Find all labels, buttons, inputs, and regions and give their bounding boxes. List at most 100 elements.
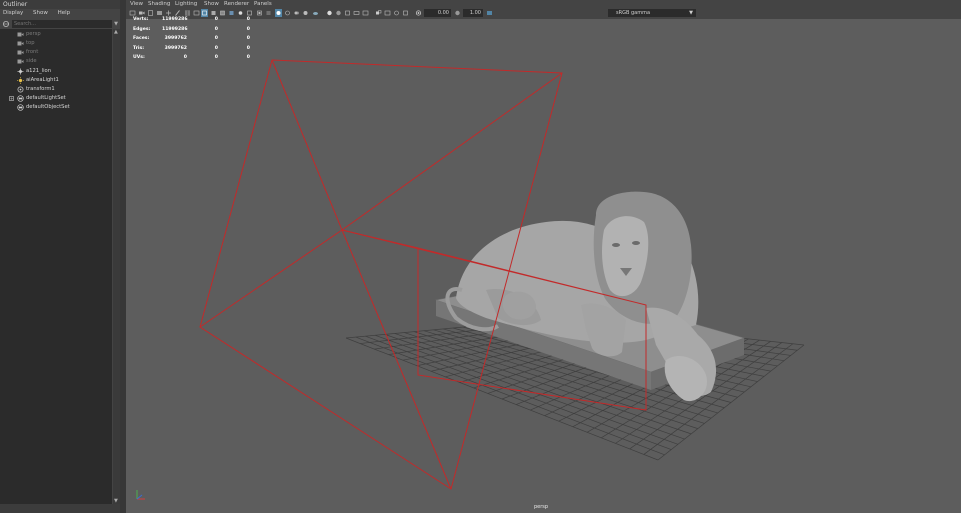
lion-statue-model[interactable] xyxy=(434,191,745,402)
outliner-scrollbar[interactable]: ▲ ▼ xyxy=(113,29,120,504)
outliner-item-transform1[interactable]: transform1 xyxy=(0,85,112,94)
outliner-item-side[interactable]: side xyxy=(0,57,112,66)
use-all-lights-icon[interactable] xyxy=(237,9,244,17)
camera-icon xyxy=(17,50,24,55)
menu-view[interactable]: View xyxy=(130,0,143,8)
outliner-item-persp[interactable]: persp xyxy=(0,30,112,39)
shadows-icon[interactable] xyxy=(246,9,253,17)
scene-view[interactable] xyxy=(126,0,961,513)
hud-toggle-icon[interactable] xyxy=(344,9,351,17)
antialiasing-icon[interactable] xyxy=(293,9,300,17)
hud-label: Edges: xyxy=(133,26,151,32)
camera-track-icon[interactable] xyxy=(384,9,391,17)
camera-pan-icon[interactable] xyxy=(375,9,382,17)
camera-attributes-icon[interactable] xyxy=(138,9,145,17)
hud-components: 0 xyxy=(246,45,250,51)
depth-of-field-icon[interactable] xyxy=(302,9,309,17)
resolution-gate-icon[interactable] xyxy=(353,9,360,17)
outliner-item-top[interactable]: top xyxy=(0,39,112,48)
outliner-item-defaultobjectset[interactable]: defaultObjectSet xyxy=(0,103,112,112)
viewport-menubar: View Shading Lighting Show Renderer Pane… xyxy=(126,0,961,8)
menu-lighting[interactable]: Lighting xyxy=(175,0,197,8)
outliner-item-label: defaultObjectSet xyxy=(26,104,70,110)
gamma-field[interactable]: 1.00 xyxy=(463,9,483,17)
wireframe-on-shaded-icon[interactable] xyxy=(219,9,226,17)
textured-icon[interactable] xyxy=(228,9,235,17)
outliner-item-label: defaultLightSet xyxy=(26,95,66,101)
sphere-half-icon[interactable] xyxy=(335,9,342,17)
menu-shading[interactable]: Shading xyxy=(148,0,170,8)
image-plane-icon[interactable] xyxy=(156,9,163,17)
exposure-icon[interactable] xyxy=(415,9,422,17)
search-options-icon[interactable] xyxy=(2,20,10,28)
hud-label: Faces: xyxy=(133,36,150,41)
outliner-item-aiarealight1[interactable]: aiAreaLight1 xyxy=(0,76,112,85)
transform-icon xyxy=(17,86,24,93)
sphere-shaded-icon[interactable] xyxy=(326,9,333,17)
menu-help[interactable]: Help xyxy=(58,10,71,16)
2d-pan-zoom-icon[interactable] xyxy=(165,9,172,17)
camera-icon xyxy=(17,41,24,46)
grease-pencil-icon[interactable] xyxy=(174,9,181,17)
outliner-item-label: top xyxy=(26,40,35,46)
xray-icon[interactable] xyxy=(265,9,272,17)
component-icon[interactable] xyxy=(402,9,409,17)
hud-selected: 0 xyxy=(214,36,218,41)
exposure-field[interactable]: 0.00 xyxy=(424,9,451,17)
set-icon xyxy=(17,95,24,102)
outliner-search-input[interactable] xyxy=(12,20,112,28)
scroll-up-icon[interactable]: ▲ xyxy=(114,29,118,35)
outliner-item-label: a121_lion xyxy=(26,68,52,74)
smooth-shade-icon[interactable] xyxy=(210,9,217,17)
view-transform-icon[interactable] xyxy=(486,9,493,17)
screen-space-ao-icon[interactable] xyxy=(275,9,282,17)
outliner-item-label: front xyxy=(26,49,39,55)
select-camera-icon[interactable] xyxy=(129,9,136,17)
hud-selected: 0 xyxy=(214,17,218,22)
viewport-panel[interactable]: View Shading Lighting Show Renderer Pane… xyxy=(126,0,961,513)
hud-components: 0 xyxy=(246,17,250,22)
hud-components: 0 xyxy=(246,36,250,41)
hud-selected: 0 xyxy=(214,26,218,32)
hud-selected: 0 xyxy=(214,45,218,51)
film-gate-icon[interactable] xyxy=(193,9,200,17)
grid-toggle-icon[interactable] xyxy=(184,9,191,17)
outliner-search-row: ▼ xyxy=(0,19,120,29)
camera-icon xyxy=(17,59,24,64)
isolate-select-icon[interactable] xyxy=(256,9,263,17)
xray-joints-icon[interactable] xyxy=(393,9,400,17)
hud-label: Verts: xyxy=(133,17,149,22)
menu-show[interactable]: Show xyxy=(204,0,219,8)
bookmarks-icon[interactable] xyxy=(147,9,154,17)
menu-show[interactable]: Show xyxy=(33,10,48,16)
menu-renderer[interactable]: Renderer xyxy=(224,0,249,8)
expand-plus-icon[interactable]: + xyxy=(9,96,14,101)
menu-display[interactable]: Display xyxy=(3,10,23,16)
hud-total: 3999762 xyxy=(164,45,187,51)
wireframe-toggle-icon[interactable] xyxy=(201,9,208,17)
outliner-item-label: persp xyxy=(26,31,41,37)
viewport-toolbar: 0.00 1.00 sRGB gamma ▼ xyxy=(126,8,961,19)
outliner-bottom-strip xyxy=(0,504,120,513)
mesh-transform-icon xyxy=(17,68,24,75)
hud-total: 0 xyxy=(183,55,187,60)
safe-action-icon[interactable] xyxy=(362,9,369,17)
outliner-tree: persp top front side a121_lion aiAreaLig… xyxy=(0,29,112,504)
hud-label: Tris: xyxy=(133,45,145,51)
hud-components: 0 xyxy=(246,55,250,60)
search-dropdown-icon[interactable]: ▼ xyxy=(114,21,118,27)
lights-cloud-icon[interactable] xyxy=(312,9,319,17)
color-management-dropdown[interactable]: sRGB gamma ▼ xyxy=(608,9,696,17)
gamma-icon[interactable] xyxy=(454,9,461,17)
hud-total: 11999286 xyxy=(162,26,188,32)
set-icon xyxy=(17,104,24,111)
outliner-item-front[interactable]: front xyxy=(0,48,112,57)
menu-panels[interactable]: Panels xyxy=(254,0,272,8)
outliner-item-defaultlightset[interactable]: + defaultLightSet xyxy=(0,94,112,103)
outliner-item-label: transform1 xyxy=(26,86,55,92)
outliner-item-a121-lion[interactable]: a121_lion xyxy=(0,67,112,76)
hud-label: UVs: xyxy=(133,55,145,60)
motion-blur-icon[interactable] xyxy=(284,9,291,17)
color-management-value: sRGB gamma xyxy=(616,10,651,16)
hud-components: 0 xyxy=(246,26,250,32)
